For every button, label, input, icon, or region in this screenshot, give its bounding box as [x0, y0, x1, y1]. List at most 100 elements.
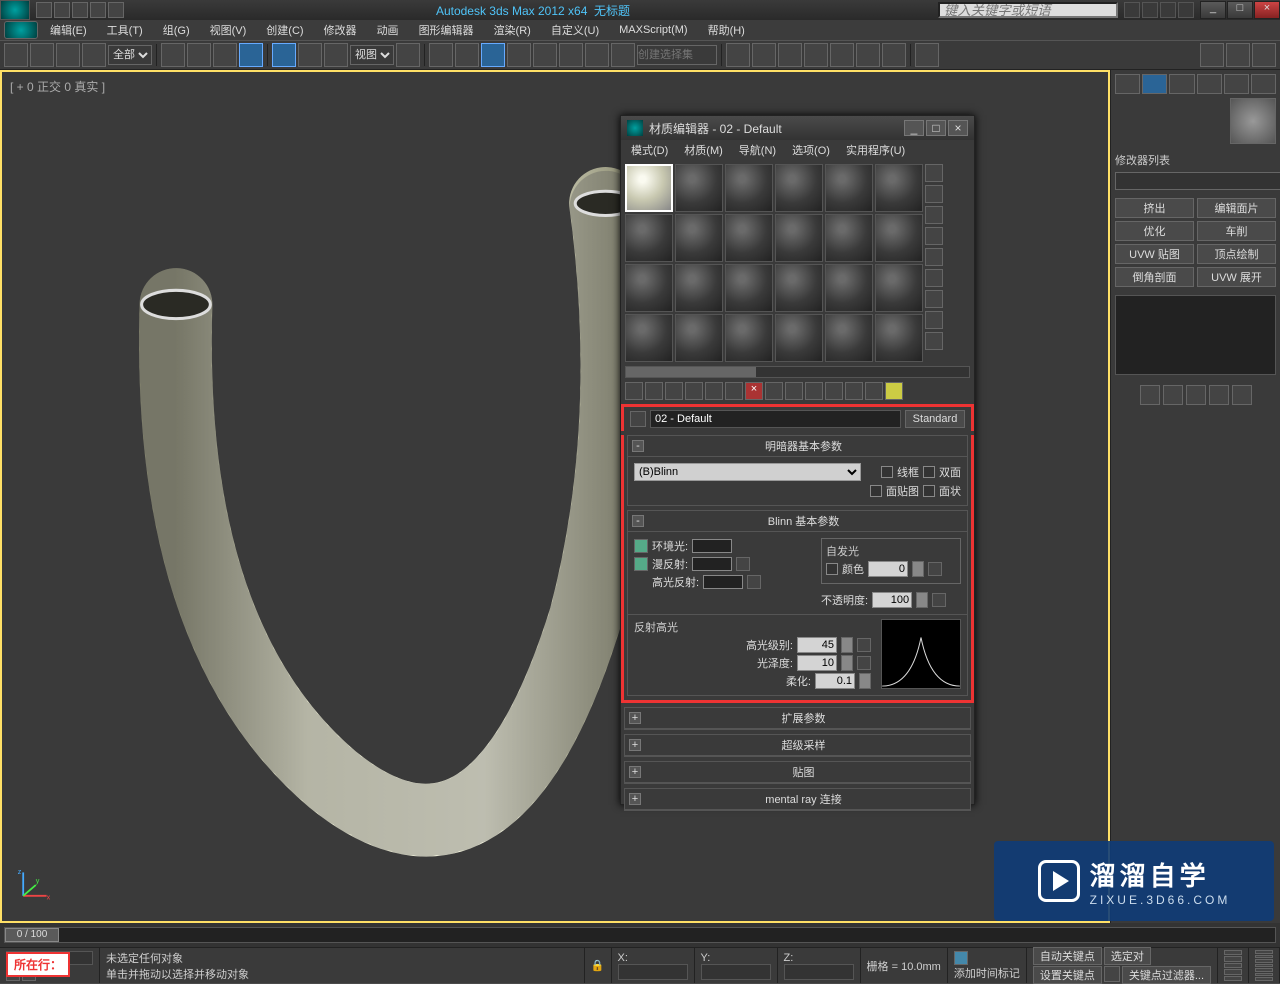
curve-editor-button[interactable]	[778, 43, 802, 67]
material-slot[interactable]	[875, 264, 923, 312]
shader-type-select[interactable]: (B)Blinn	[634, 463, 861, 481]
select-name-button[interactable]	[187, 43, 211, 67]
material-slot-1[interactable]	[625, 164, 673, 212]
z-coord-input[interactable]	[784, 964, 854, 980]
material-slot[interactable]	[675, 264, 723, 312]
app-icon[interactable]	[0, 0, 30, 20]
material-slot[interactable]	[675, 314, 723, 362]
teapot3-icon[interactable]	[1252, 43, 1276, 67]
put-to-library-icon[interactable]: ×	[745, 382, 763, 400]
undo-button[interactable]	[4, 43, 28, 67]
rotate-button[interactable]	[298, 43, 322, 67]
material-slot[interactable]	[775, 214, 823, 262]
make-unique-icon[interactable]	[725, 382, 743, 400]
rollout-toggle[interactable]: +	[629, 793, 641, 805]
me-maximize-button[interactable]: □	[926, 120, 946, 136]
mod-btn-uvwunwrap[interactable]: UVW 展开	[1197, 267, 1276, 287]
diffuse-map-button[interactable]	[736, 557, 750, 571]
next-frame-icon[interactable]	[1224, 969, 1242, 974]
vp-orbit-icon[interactable]	[1255, 973, 1273, 977]
key-icon[interactable]	[1104, 966, 1120, 982]
material-slot[interactable]	[725, 264, 773, 312]
application-button[interactable]	[4, 21, 38, 39]
keyfilter-button[interactable]: 关键点过滤器...	[1122, 966, 1211, 984]
spinner-buttons[interactable]	[859, 673, 871, 689]
vp-pan-icon[interactable]	[1255, 950, 1273, 954]
viewcube-icon[interactable]	[1230, 98, 1276, 144]
spinner-buttons[interactable]	[916, 592, 928, 608]
maximize-button[interactable]: □	[1227, 1, 1253, 19]
pivot-button[interactable]	[396, 43, 420, 67]
autokey-button[interactable]: 自动关键点	[1033, 947, 1102, 965]
diffuse-swatch[interactable]	[692, 557, 732, 571]
vp-maximize-icon[interactable]	[1255, 977, 1273, 981]
specular-swatch[interactable]	[703, 575, 743, 589]
layers-button[interactable]	[752, 43, 776, 67]
material-slot[interactable]	[675, 164, 723, 212]
material-slot[interactable]	[625, 264, 673, 312]
opacity-map-button[interactable]	[932, 593, 946, 607]
diffuse-lock-icon[interactable]	[634, 557, 648, 571]
menu-grapheditors[interactable]: 图形编辑器	[411, 20, 482, 40]
search-icon[interactable]	[1124, 2, 1140, 18]
me-menu-material[interactable]: 材质(M)	[678, 140, 729, 160]
edit-named-sel-button[interactable]	[585, 43, 609, 67]
x-coord-input[interactable]	[618, 964, 688, 980]
align-button[interactable]	[726, 43, 750, 67]
tab-display-icon[interactable]	[1224, 74, 1249, 94]
faceted-checkbox[interactable]	[923, 485, 935, 497]
named-selection-input[interactable]	[637, 45, 717, 65]
rollout-toggle[interactable]: +	[629, 712, 641, 724]
qat-open-icon[interactable]	[54, 2, 70, 18]
assign-to-sel-icon[interactable]	[665, 382, 683, 400]
material-slot[interactable]	[825, 314, 873, 362]
comm-center-icon[interactable]	[1142, 2, 1158, 18]
time-tag-icon[interactable]	[954, 951, 968, 965]
material-slot[interactable]	[875, 214, 923, 262]
gloss-map-button[interactable]	[857, 656, 871, 670]
tab-utilities-icon[interactable]	[1251, 74, 1276, 94]
opacity-spinner[interactable]	[872, 592, 912, 608]
qat-new-icon[interactable]	[36, 2, 52, 18]
vp-zoom-ext-icon[interactable]	[1255, 968, 1273, 972]
material-slot[interactable]	[825, 214, 873, 262]
menu-tools[interactable]: 工具(T)	[99, 20, 151, 40]
qat-save-icon[interactable]	[72, 2, 88, 18]
sample-type-icon[interactable]	[925, 164, 943, 182]
go-parent-icon[interactable]	[825, 382, 843, 400]
percent-snap-button[interactable]	[533, 43, 557, 67]
wire-checkbox[interactable]	[881, 466, 893, 478]
keymode-button[interactable]	[455, 43, 479, 67]
material-slot[interactable]	[825, 264, 873, 312]
show-end-icon[interactable]	[1163, 385, 1183, 405]
mat-id-icon[interactable]	[765, 382, 783, 400]
eyedropper-icon[interactable]	[630, 411, 646, 427]
material-slot[interactable]	[625, 314, 673, 362]
me-menu-options[interactable]: 选项(O)	[786, 140, 836, 160]
setkey-button[interactable]: 设置关键点	[1033, 966, 1102, 984]
material-editor-titlebar[interactable]: 材质编辑器 - 02 - Default _ □ ×	[621, 116, 974, 140]
minimize-button[interactable]: _	[1200, 1, 1226, 19]
selfillum-spinner[interactable]	[868, 561, 908, 577]
tab-hierarchy-icon[interactable]	[1169, 74, 1194, 94]
video-check-icon[interactable]	[925, 248, 943, 266]
mat-map-nav-icon[interactable]	[925, 332, 943, 350]
specular-map-button[interactable]	[747, 575, 761, 589]
me-close-button[interactable]: ×	[948, 120, 968, 136]
material-slot[interactable]	[775, 164, 823, 212]
make-unique-icon[interactable]	[1186, 385, 1206, 405]
menu-customize[interactable]: 自定义(U)	[543, 20, 607, 40]
material-slot[interactable]	[725, 214, 773, 262]
go-forward-icon[interactable]	[865, 382, 883, 400]
pick-from-obj-icon[interactable]	[885, 382, 903, 400]
spinner-snap-button[interactable]	[559, 43, 583, 67]
unlink-button[interactable]	[82, 43, 106, 67]
close-button[interactable]: ×	[1254, 1, 1280, 19]
me-menu-utilities[interactable]: 实用程序(U)	[840, 140, 911, 160]
menu-views[interactable]: 视图(V)	[202, 20, 255, 40]
menu-create[interactable]: 创建(C)	[258, 20, 311, 40]
material-editor-button[interactable]	[830, 43, 854, 67]
mod-btn-editpatch[interactable]: 编辑面片	[1197, 198, 1276, 218]
select-button[interactable]	[161, 43, 185, 67]
ambient-lock-icon[interactable]	[634, 539, 648, 553]
